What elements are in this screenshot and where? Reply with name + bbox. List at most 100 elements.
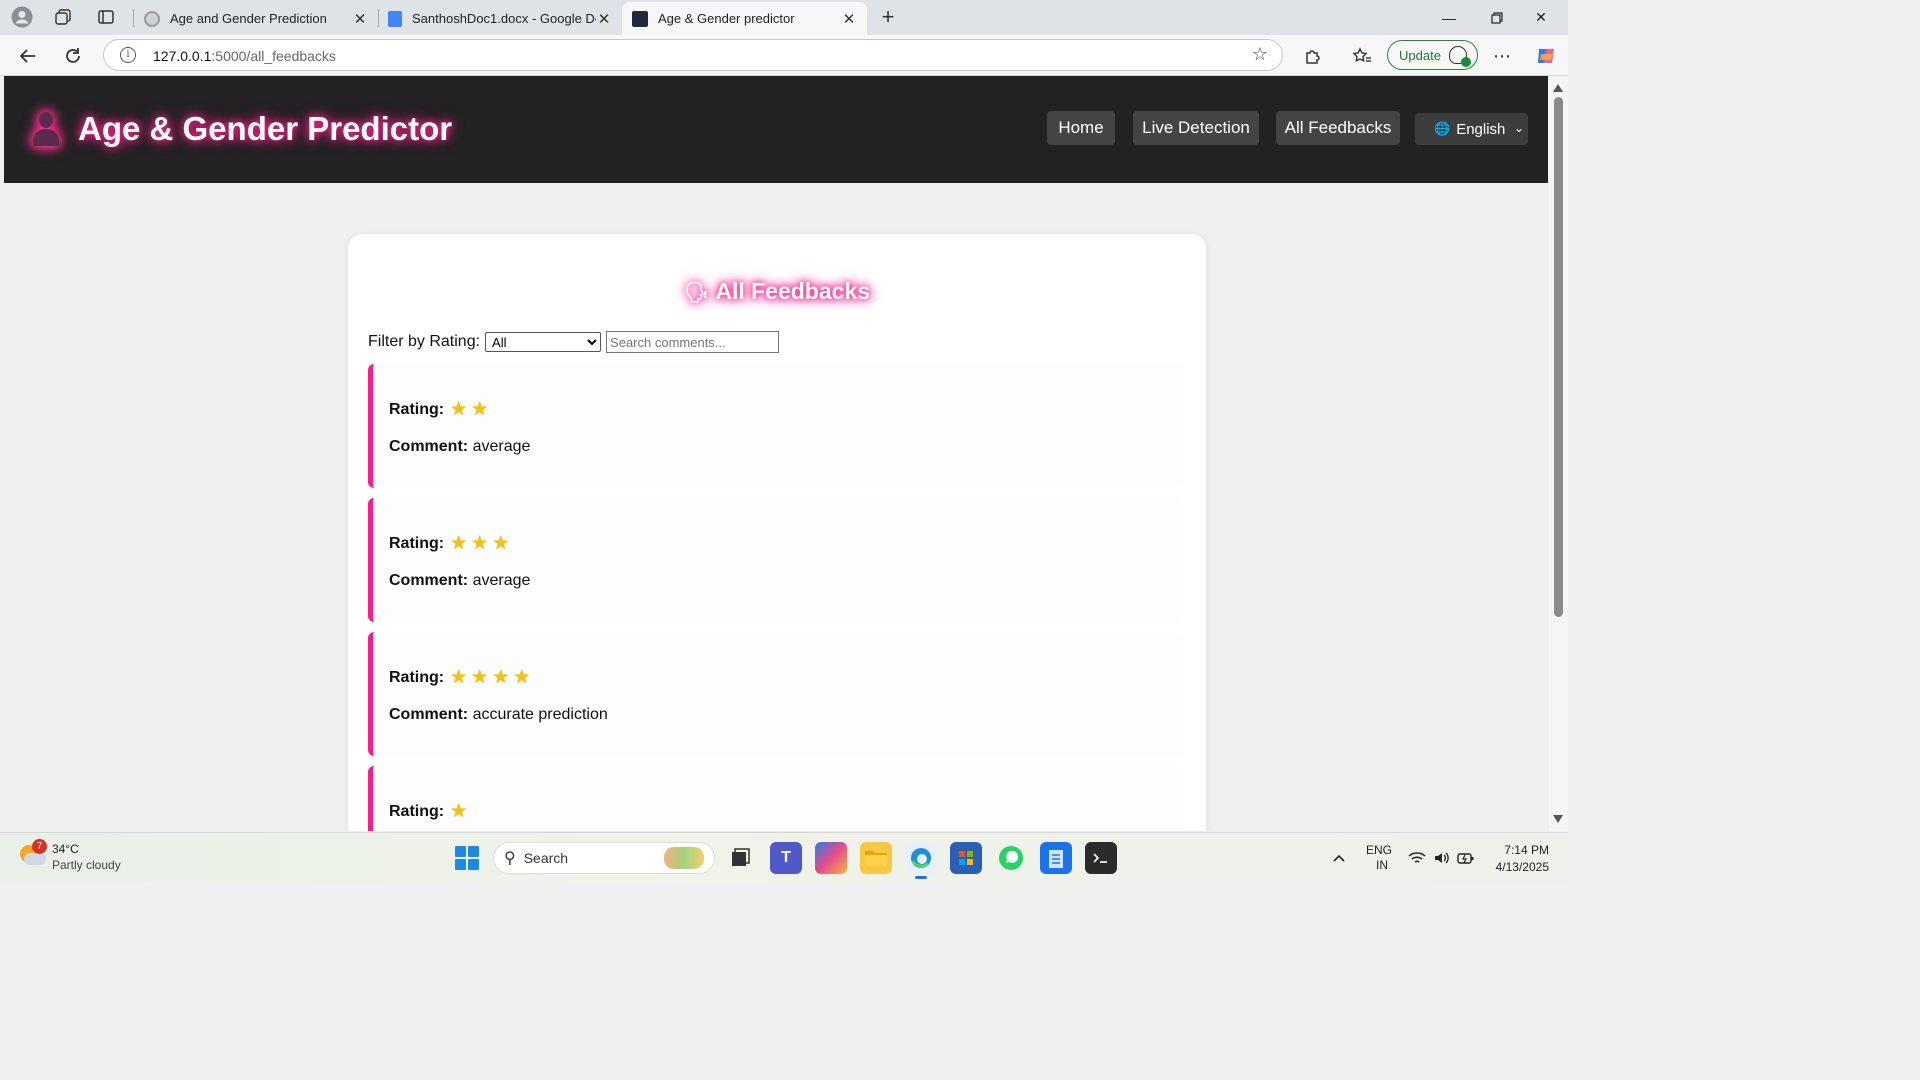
extensions-icon[interactable] (1300, 43, 1326, 69)
feedback-rating: Rating: ★ ★ (389, 398, 492, 421)
star-rating: ★ ★ ★ ★ (450, 666, 534, 689)
feedbacks-card: 🗣All Feedbacks Filter by Rating: All Rat… (348, 234, 1206, 831)
update-button[interactable]: Update (1387, 40, 1478, 70)
scrollbar-thumb[interactable] (1554, 97, 1563, 617)
restore-icon[interactable] (1474, 0, 1520, 35)
star-icon: ★ (471, 399, 489, 420)
more-menu-icon[interactable]: ⋯ (1489, 43, 1515, 69)
tab-title: Age and Gender Prediction (170, 11, 327, 26)
workspaces-icon[interactable] (51, 5, 75, 29)
page-viewport: Age & Gender Predictor Home Live Detecti… (4, 76, 1548, 831)
tab-title: Age & Gender predictor (658, 11, 795, 26)
feedback-rating: Rating: ★ ★ ★ ★ (389, 666, 534, 689)
filter-row: Filter by Rating: All (368, 331, 780, 353)
nav-live-detection-button[interactable]: Live Detection (1133, 111, 1259, 145)
edge-icon[interactable] (905, 842, 937, 879)
weather-widget[interactable]: 7 34°C Partly cloudy (18, 839, 121, 873)
volume-icon[interactable] (1433, 833, 1451, 883)
close-tab-icon[interactable]: ✕ (841, 10, 857, 28)
windows-taskbar: 7 34°C Partly cloudy ⚲ Search T ENG IN 7… (0, 832, 1568, 882)
search-highlight-icon (664, 847, 704, 869)
battery-icon[interactable] (1457, 833, 1475, 883)
nav-all-feedbacks-button[interactable]: All Feedbacks (1276, 111, 1400, 145)
scroll-up-icon[interactable] (1553, 84, 1563, 92)
clock-time: 7:14 PM (1504, 843, 1549, 857)
copilot-icon[interactable] (1533, 43, 1559, 69)
star-icon: ★ (450, 533, 468, 554)
terminal-icon[interactable] (1085, 842, 1117, 874)
star-rating: ★ ★ ★ (450, 532, 513, 555)
tab-age-gender-predictor[interactable]: Age & Gender predictor ✕ (622, 2, 867, 35)
favorites-icon[interactable] (1349, 43, 1375, 69)
notepad-icon[interactable] (1040, 842, 1072, 874)
search-label: Search (523, 850, 569, 866)
feedback-item: Rating: ★ (368, 766, 1184, 831)
weather-badge: 7 (32, 839, 47, 854)
whatsapp-icon[interactable] (995, 842, 1027, 874)
globe-icon (144, 10, 160, 27)
new-tab-icon[interactable]: + (876, 4, 900, 29)
chevron-down-icon: ⌄ (1513, 121, 1524, 135)
region-code: IN (1376, 858, 1388, 872)
feedback-item: Rating: ★ ★ ★ ★ Comment: accurate predictio… (368, 632, 1184, 756)
star-icon: ★ (471, 667, 489, 688)
star-rating: ★ (450, 800, 471, 823)
feedback-item: Rating: ★ ★ ★ Comment: average (368, 498, 1184, 622)
tab-google-doc[interactable]: SanthoshDoc1.docx - Google Doc ✕ (378, 2, 622, 35)
temperature: 34°C (52, 842, 79, 856)
tab-actions-icon[interactable] (94, 5, 118, 29)
favorite-star-icon[interactable]: ☆ (1252, 44, 1268, 65)
scroll-down-icon[interactable] (1553, 815, 1563, 823)
tab-age-gender-prediction[interactable]: Age and Gender Prediction ✕ (134, 2, 378, 35)
address-bar[interactable]: i 127.0.0.1:5000/all_feedbacks ☆ (103, 39, 1283, 71)
minimize-icon[interactable]: — (1426, 0, 1472, 35)
brand[interactable]: Age & Gender Predictor (30, 110, 452, 148)
feedback-comment: Comment: average (389, 572, 531, 589)
star-rating: ★ ★ (450, 398, 492, 421)
page-scrollbar[interactable] (1549, 76, 1568, 831)
star-icon: ★ (471, 533, 489, 554)
url-text: 127.0.0.1:5000/all_feedbacks (153, 48, 336, 64)
feedback-item: Rating: ★ ★ Comment: average (368, 364, 1184, 488)
feedback-comment: Comment: accurate prediction (389, 706, 608, 723)
task-view-icon[interactable] (724, 842, 756, 874)
browser-tab-strip: Age and Gender Prediction ✕ SanthoshDoc1… (0, 0, 1568, 35)
refresh-icon[interactable] (60, 43, 86, 69)
star-icon: ★ (492, 667, 510, 688)
language-select[interactable]: 🌐 English ⌄ (1415, 113, 1528, 145)
nav-home-button[interactable]: Home (1047, 111, 1115, 145)
search-comments-input[interactable] (606, 331, 780, 353)
windows-start-icon[interactable] (455, 846, 479, 870)
star-icon: ★ (450, 667, 468, 688)
microsoft-store-icon[interactable] (950, 842, 982, 874)
site-info-icon[interactable]: i (120, 47, 136, 63)
feedback-comment: Comment: average (389, 438, 531, 455)
search-icon: ⚲ (504, 850, 516, 867)
browser-essentials-icon (1448, 46, 1471, 67)
page-title: 🗣 All Feedbacks (683, 278, 871, 304)
star-icon: ★ (513, 667, 531, 688)
speech-bubble-icon: 🗣 (683, 282, 710, 304)
profile-icon[interactable] (10, 5, 34, 29)
file-explorer-icon[interactable] (860, 842, 892, 874)
back-icon[interactable] (15, 43, 41, 69)
copilot-app-icon[interactable] (815, 842, 847, 874)
system-clock[interactable]: 7:14 PM 4/13/2025 (1484, 842, 1549, 876)
rating-filter-select[interactable]: All (485, 332, 602, 352)
clock-date: 4/13/2025 (1495, 860, 1549, 874)
close-tab-icon[interactable]: ✕ (352, 10, 368, 28)
brand-title: Age & Gender Predictor (78, 110, 453, 147)
show-hidden-icons[interactable] (1332, 833, 1346, 883)
close-tab-icon[interactable]: ✕ (596, 10, 612, 28)
app-header: Age & Gender Predictor Home Live Detecti… (4, 76, 1548, 183)
taskbar-search[interactable]: ⚲ Search (493, 842, 715, 874)
update-label: Update (1399, 47, 1441, 63)
language-code: ENG (1366, 843, 1393, 857)
wifi-icon[interactable] (1408, 833, 1426, 883)
globe-icon: 🌐 (1434, 121, 1451, 136)
teams-icon[interactable]: T (770, 842, 802, 874)
input-language[interactable]: ENG IN (1366, 833, 1392, 883)
close-window-icon[interactable]: ✕ (1518, 0, 1564, 35)
partly-cloudy-icon: 7 (18, 839, 47, 869)
star-icon: ★ (450, 399, 468, 420)
